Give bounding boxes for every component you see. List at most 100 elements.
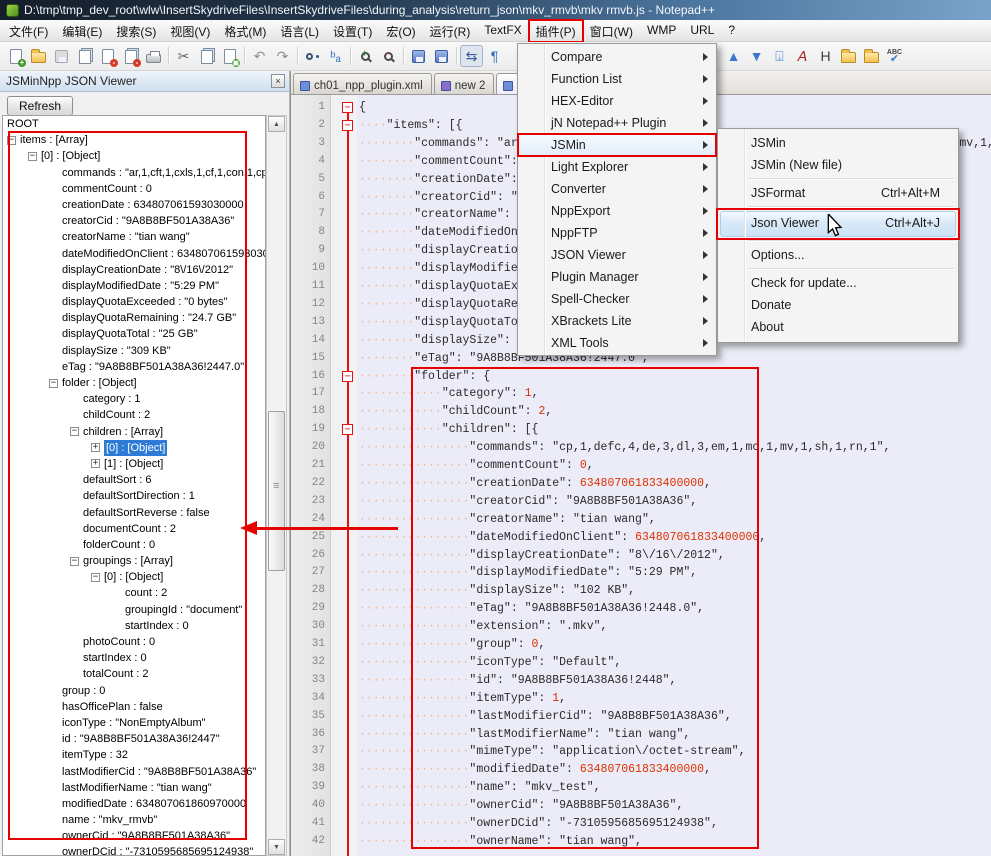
redo-icon[interactable]: ↷	[271, 45, 294, 67]
tree-node-label[interactable]: startIndex : 0	[83, 650, 147, 666]
code-line[interactable]: 31················"group": 0,	[291, 636, 991, 654]
tree-node-label[interactable]: itemType : 32	[62, 747, 128, 763]
tree-row[interactable]: ROOT	[3, 116, 265, 132]
tree-node-label[interactable]: defaultSortReverse : false	[83, 505, 210, 521]
expand-expander-icon[interactable]: +	[91, 459, 100, 468]
plugin-menu-item-converter[interactable]: Converter	[518, 178, 716, 200]
macro-icon[interactable]: 𝘈	[791, 45, 814, 67]
tree-node-label[interactable]: [0] : [Object]	[104, 440, 167, 456]
tree-node-label[interactable]: defaultSortDirection : 1	[83, 488, 195, 504]
collapse-expander-icon[interactable]: −	[70, 427, 79, 436]
tree-node-label[interactable]: creatorName : "tian wang"	[62, 229, 190, 245]
submenu-item-about[interactable]: About	[718, 316, 958, 338]
menubar-item-t[interactable]: 设置(T)	[326, 20, 379, 42]
code-line[interactable]: 34················"itemType": 1,	[291, 690, 991, 708]
tree-node-label[interactable]: displayQuotaRemaining : "24.7 GB"	[62, 310, 236, 326]
sync-horizontal-icon[interactable]	[430, 45, 453, 67]
tree-row[interactable]: −children : [Array]	[3, 424, 265, 440]
plugin-menu-item-compare[interactable]: Compare	[518, 46, 716, 68]
tree-row[interactable]: lastModifierName : "tian wang"	[3, 780, 265, 796]
plugin-menu-item-json-viewer[interactable]: JSON Viewer	[518, 244, 716, 266]
code-line[interactable]: 29················"eTag": "9A8B8BF501A38…	[291, 600, 991, 618]
submenu-item-jsmin[interactable]: JSMin	[718, 132, 958, 154]
refresh-button[interactable]: Refresh	[7, 96, 73, 116]
plugin-menu-item-nppftp[interactable]: NppFTP	[518, 222, 716, 244]
scroll-down-arrow[interactable]: ▼	[268, 839, 285, 855]
submenu-item-jsformat[interactable]: JSFormatCtrl+Alt+M	[718, 182, 958, 204]
tree-node-label[interactable]: children : [Array]	[83, 424, 163, 440]
tree-node-label[interactable]: groupingId : "document"	[125, 602, 242, 618]
tree-row[interactable]: defaultSortDirection : 1	[3, 488, 265, 504]
show-all-characters-icon[interactable]: ¶	[483, 45, 506, 67]
tree-node-label[interactable]: displayQuotaExceeded : "0 bytes"	[62, 294, 228, 310]
tree-node-label[interactable]: iconType : "NonEmptyAlbum"	[62, 715, 206, 731]
code-line[interactable]: 23················"creatorCid": "9A8B8BF…	[291, 493, 991, 511]
fold-collapse-icon[interactable]: −	[342, 102, 353, 113]
tree-node-label[interactable]: commentCount : 0	[62, 181, 152, 197]
code-line[interactable]: 16········"folder": {	[291, 368, 991, 386]
tree-row[interactable]: creationDate : 634807061593030000	[3, 197, 265, 213]
close-file-icon[interactable]: -	[96, 45, 119, 67]
menubar-item-v[interactable]: 视图(V)	[163, 20, 217, 42]
code-line[interactable]: 19············"children": [{	[291, 421, 991, 439]
tree-row[interactable]: lastModifierCid : "9A8B8BF501A38A36"	[3, 764, 265, 780]
menubar-item-o[interactable]: 宏(O)	[379, 20, 422, 42]
tree-row[interactable]: creatorCid : "9A8B8BF501A38A36"	[3, 213, 265, 229]
plugin-menu-item-function-list[interactable]: Function List	[518, 68, 716, 90]
copy-icon[interactable]	[195, 45, 218, 67]
code-line[interactable]: 41················"ownerDCid": "-7310595…	[291, 815, 991, 833]
cut-icon[interactable]: ✂	[172, 45, 195, 67]
menubar-item-[interactable]: ?	[721, 20, 742, 42]
tree-node-label[interactable]: commands : "ar,1,cft,1,cxls,1,cf,1,con,1…	[62, 165, 266, 181]
open-file-icon[interactable]	[27, 45, 50, 67]
code-line[interactable]: 36················"lastModifierName": "t…	[291, 726, 991, 744]
tree-row[interactable]: id : "9A8B8BF501A38A36!2447"	[3, 731, 265, 747]
find-icon[interactable]	[301, 45, 324, 67]
tree-node-label[interactable]: [0] : [Object]	[104, 569, 163, 585]
tree-node-label[interactable]: eTag : "9A8B8BF501A38A36!2447.0"	[62, 359, 244, 375]
tree-row[interactable]: displayQuotaTotal : "25 GB"	[3, 326, 265, 342]
tree-row[interactable]: name : "mkv_rmvb"	[3, 812, 265, 828]
menubar-item-l[interactable]: 语言(L)	[273, 20, 326, 42]
fold-collapse-icon[interactable]: −	[342, 371, 353, 382]
code-line[interactable]: 40················"ownerCid": "9A8B8BF50…	[291, 797, 991, 815]
tree-node-label[interactable]: name : "mkv_rmvb"	[62, 812, 157, 828]
code-line[interactable]: 38················"modifiedDate": 634807…	[291, 761, 991, 779]
fold-collapse-icon[interactable]: −	[342, 120, 353, 131]
save-icon[interactable]	[50, 45, 73, 67]
plugin-menu-item-jsmin[interactable]: JSMin	[518, 134, 716, 156]
replace-icon[interactable]: ᵇₐ	[324, 45, 347, 67]
submenu-item-check-for-update-[interactable]: Check for update...	[718, 272, 958, 294]
tree-row[interactable]: displayQuotaRemaining : "24.7 GB"	[3, 310, 265, 326]
tree-node-label[interactable]: id : "9A8B8BF501A38A36!2447"	[62, 731, 220, 747]
html-preview-icon[interactable]: H	[814, 45, 837, 67]
zoom-out-icon[interactable]: -	[377, 45, 400, 67]
paste-icon[interactable]: ▣	[218, 45, 241, 67]
tree-row[interactable]: iconType : "NonEmptyAlbum"	[3, 715, 265, 731]
code-line[interactable]: 20················"commands": "cp,1,defc…	[291, 439, 991, 457]
tree-node-label[interactable]: ownerDCid : "-7310595685695124938"	[62, 844, 253, 856]
plugin-menu-item-hex-editor[interactable]: HEX-Editor	[518, 90, 716, 112]
sync-vertical-icon[interactable]	[407, 45, 430, 67]
tree-node-label[interactable]: displayModifiedDate : "5:29 PM"	[62, 278, 219, 294]
tree-row[interactable]: modifiedDate : 634807061860970000	[3, 796, 265, 812]
tree-node-label[interactable]: hasOfficePlan : false	[62, 699, 163, 715]
collapse-all-icon[interactable]: ⍗	[768, 45, 791, 67]
code-line[interactable]: 33················"id": "9A8B8BF501A38A3…	[291, 672, 991, 690]
menubar-item-w[interactable]: 窗口(W)	[583, 20, 640, 42]
menubar-item-m[interactable]: 格式(M)	[217, 20, 273, 42]
tree-node-label[interactable]: ownerCid : "9A8B8BF501A38A36"	[62, 828, 230, 844]
tree-row[interactable]: + [0] : [Object]	[3, 440, 265, 456]
panel-close-button[interactable]: ×	[271, 74, 285, 88]
tree-node-label[interactable]: childCount : 2	[83, 407, 150, 423]
tree-row[interactable]: displayQuotaExceeded : "0 bytes"	[3, 294, 265, 310]
code-line[interactable]: 39················"name": "mkv_test",	[291, 779, 991, 797]
code-line[interactable]: 18············"childCount": 2,	[291, 403, 991, 421]
expand-expander-icon[interactable]: +	[91, 443, 100, 452]
tree-row[interactable]: displayModifiedDate : "5:29 PM"	[3, 278, 265, 294]
plugin-menu-item-xml-tools[interactable]: XML Tools	[518, 332, 716, 354]
tree-row[interactable]: photoCount : 0	[3, 634, 265, 650]
tree-row[interactable]: totalCount : 2	[3, 666, 265, 682]
collapse-expander-icon[interactable]: −	[70, 557, 79, 566]
tree-row[interactable]: −[0] : [Object]	[3, 148, 265, 164]
